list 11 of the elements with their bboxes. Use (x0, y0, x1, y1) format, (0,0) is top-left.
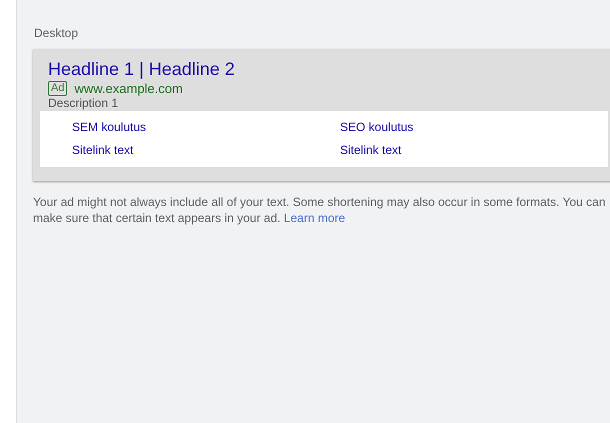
learn-more-link[interactable]: Learn more (284, 211, 346, 225)
ad-description: Description 1 (48, 96, 120, 110)
section-label: Desktop (34, 26, 80, 40)
sitelink[interactable]: SEM koulutus (72, 120, 146, 134)
info-text: Your ad might not always include all of your text. Some shortening may also occur in some formats. You can make sure that certain text appears in your ad. Learn more (33, 194, 607, 226)
sitelink[interactable]: SEO koulutus (340, 120, 414, 134)
sitelink[interactable]: Sitelink text (72, 143, 134, 157)
ad-headline[interactable]: Headline 1 | Headline 2 (48, 59, 610, 80)
sitelink[interactable]: Sitelink text (340, 143, 402, 157)
display-url: www.example.com (74, 81, 183, 96)
ad-badge: Ad (48, 81, 68, 96)
